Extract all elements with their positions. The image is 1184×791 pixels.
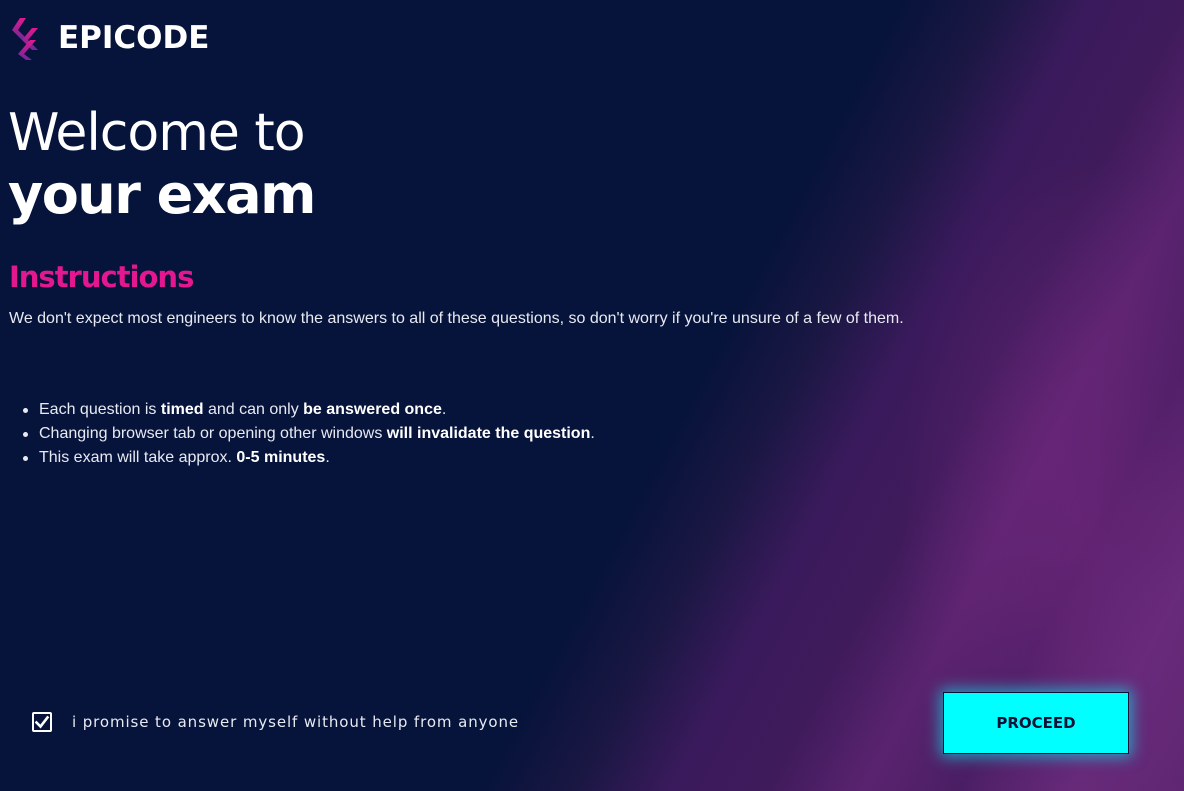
rule-emphasis: 0-5 minutes — [236, 449, 326, 466]
rule-emphasis: be answered once — [303, 401, 442, 418]
rule-text: This exam will take approx. — [39, 449, 237, 466]
rule-text: . — [325, 449, 330, 466]
rule-emphasis: timed — [160, 401, 204, 418]
promise-label: i promise to answer myself without help … — [72, 713, 519, 731]
rule-text: . — [590, 425, 595, 442]
welcome-line-2: your exam — [8, 163, 316, 226]
epicode-logo-icon — [12, 18, 38, 60]
rule-item: Each question is timed and can only be a… — [23, 398, 595, 422]
welcome-heading: Welcome to your exam — [8, 102, 316, 226]
rule-emphasis: will invalidate the question — [386, 425, 591, 442]
rule-text: Each question is — [39, 401, 161, 418]
brand-name: EPICODE — [58, 19, 210, 56]
proceed-button[interactable]: PROCEED — [943, 692, 1129, 754]
rule-text: and can only — [203, 401, 304, 418]
welcome-line-1: Welcome to — [8, 103, 306, 163]
rule-item: This exam will take approx. 0-5 minutes. — [23, 446, 595, 470]
promise-checkbox-row[interactable]: i promise to answer myself without help … — [32, 712, 519, 732]
instructions-title: Instructions — [9, 260, 194, 294]
rule-text: Changing browser tab or opening other wi… — [39, 425, 387, 442]
instructions-intro: We don't expect most engineers to know t… — [9, 310, 904, 327]
brand-logo: EPICODE — [10, 14, 209, 62]
checkmark-icon — [34, 715, 50, 729]
rule-text: . — [441, 401, 447, 418]
promise-checkbox[interactable] — [32, 712, 52, 732]
rules-list: Each question is timed and can only be a… — [23, 398, 595, 470]
rule-item: Changing browser tab or opening other wi… — [23, 422, 595, 446]
